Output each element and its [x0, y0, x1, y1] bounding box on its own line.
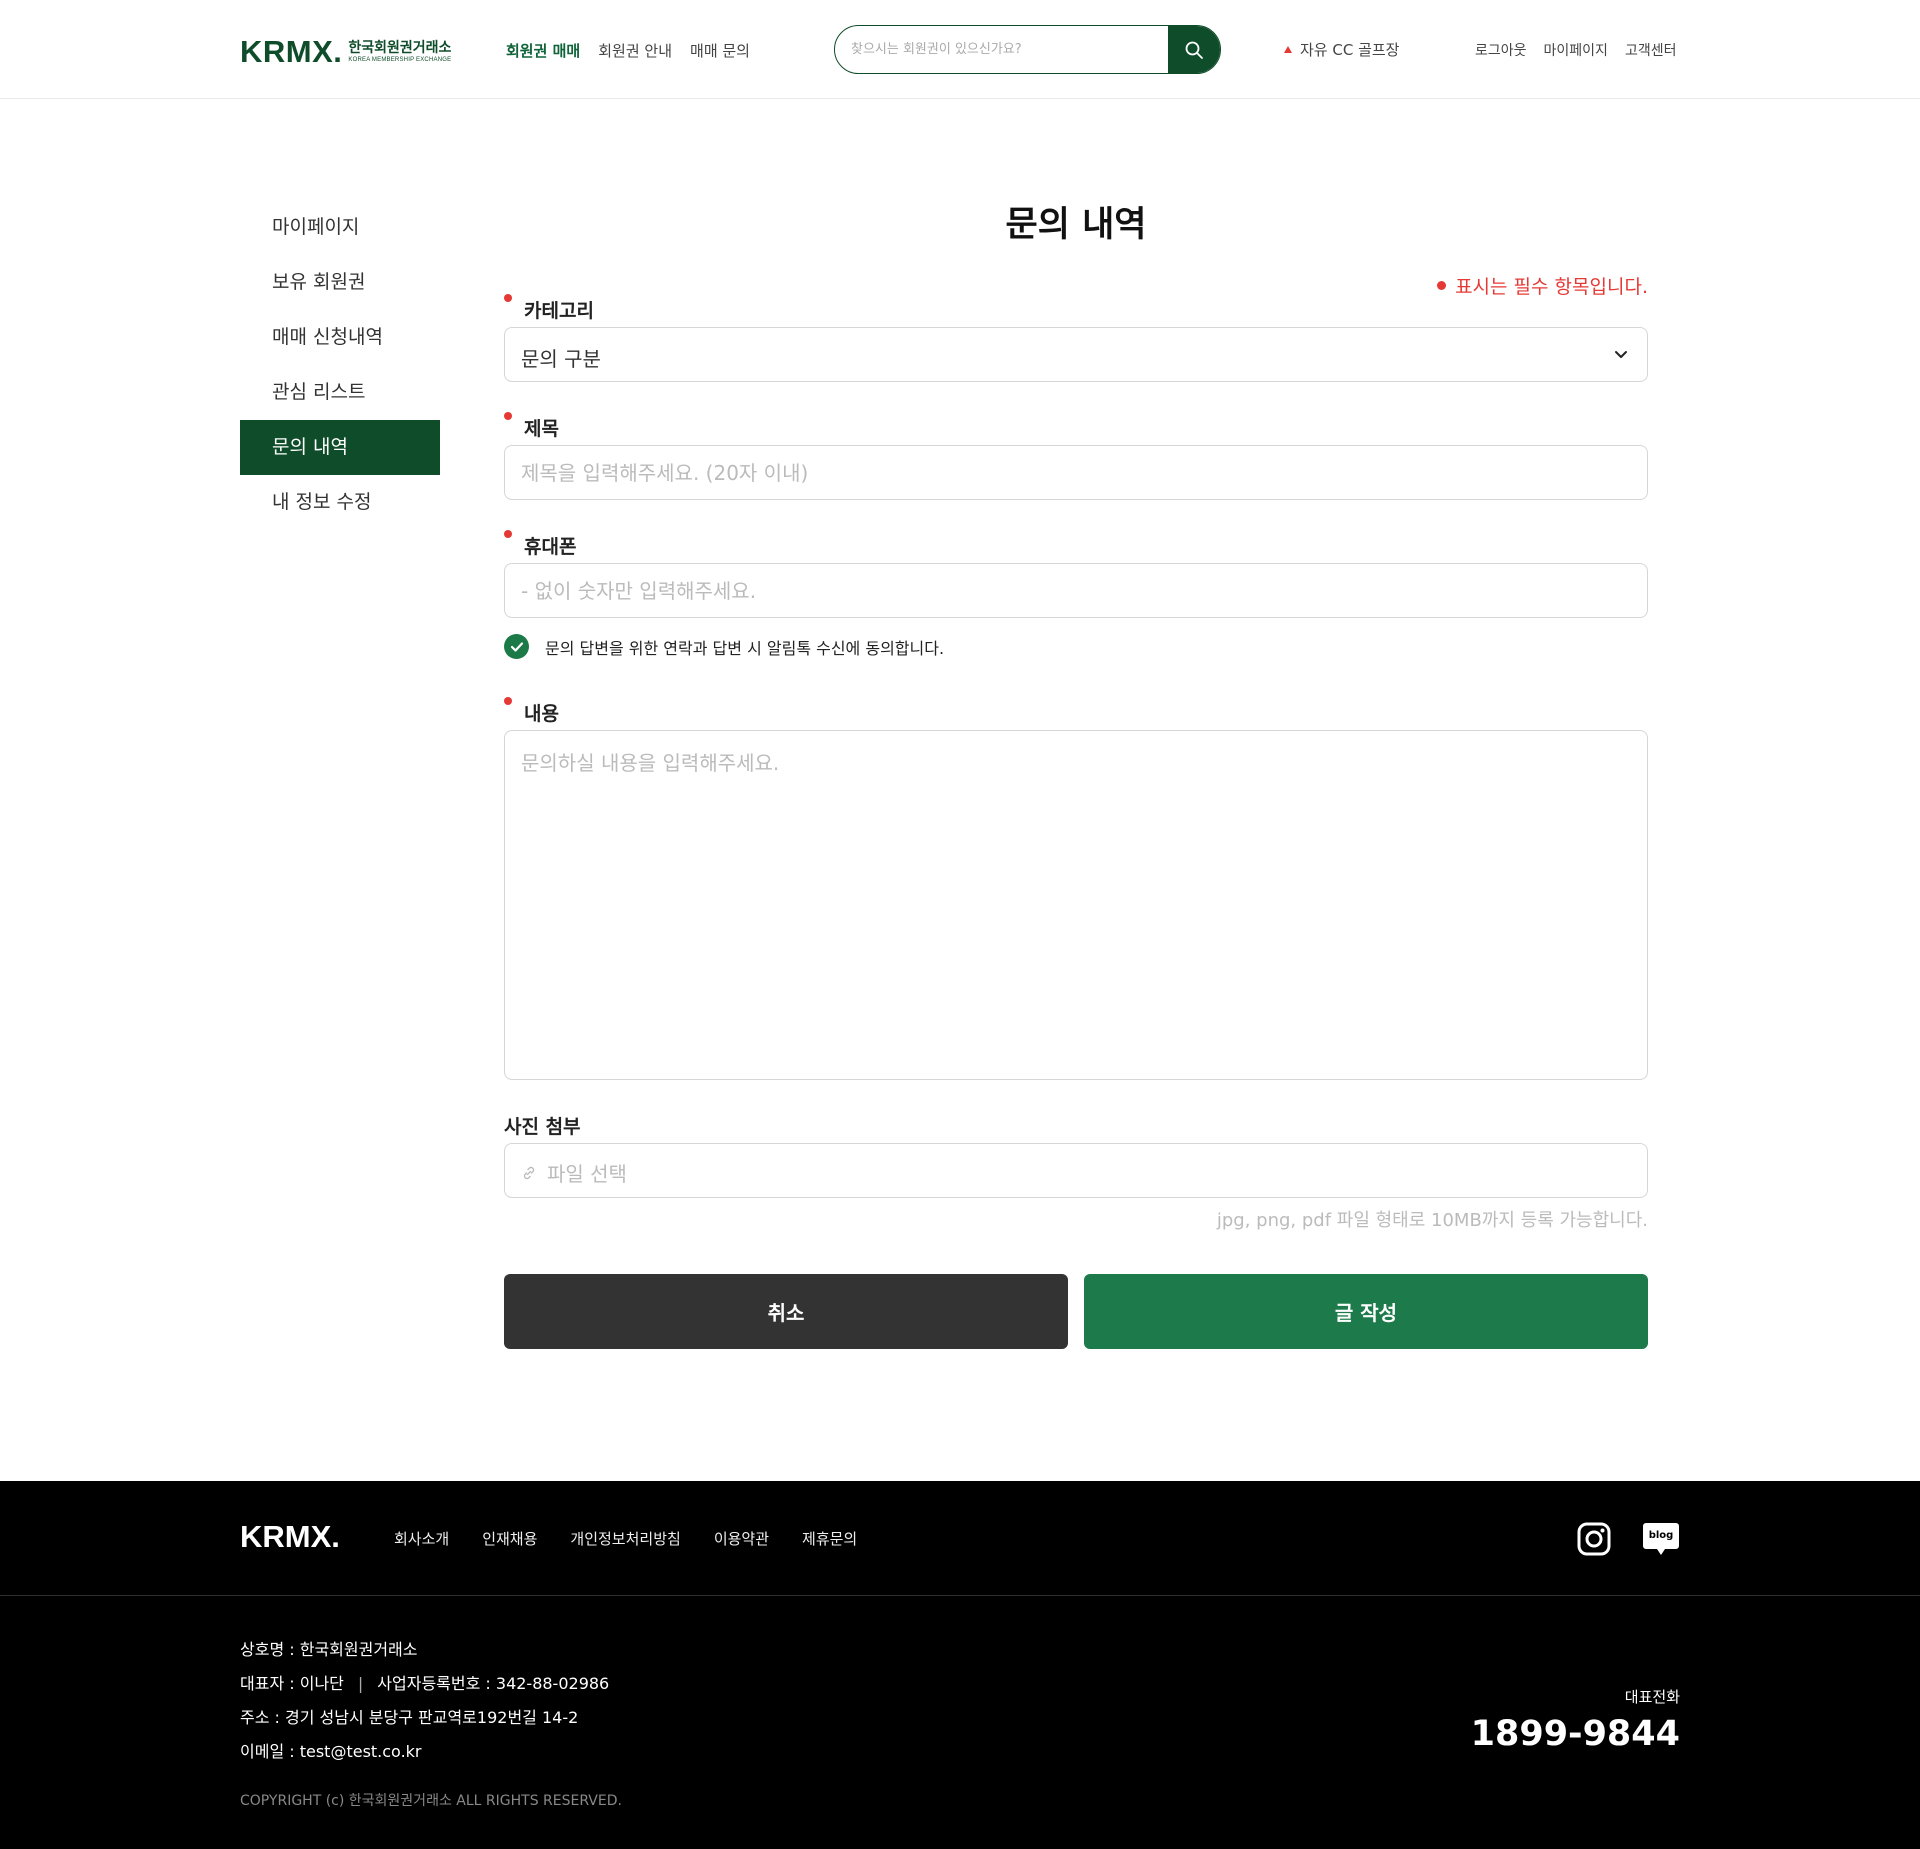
tel-label: 대표전화 — [1624, 1688, 1680, 1706]
logo-english: KOREA MEMBERSHIP EXCHANGE — [348, 57, 452, 63]
sidebar-item-edit-profile[interactable]: 내 정보 수정 — [240, 475, 440, 530]
logout-link[interactable]: 로그아웃 — [1475, 40, 1527, 60]
subject-field — [504, 445, 1648, 500]
logo[interactable]: KRMX. 한국회원권거래소 KOREA MEMBERSHIP EXCHANGE — [240, 34, 451, 70]
sidebar: 마이페이지 보유 회원권 매매 신청내역 관심 리스트 문의 내역 내 정보 수… — [240, 200, 440, 530]
category-select[interactable]: 문의 구분 — [504, 327, 1648, 382]
chevron-down-icon — [1615, 351, 1627, 358]
search-input[interactable] — [835, 26, 1169, 73]
footer-link-about[interactable]: 회사소개 — [394, 1528, 449, 1549]
main-nav: 회원권 매매 회원권 안내 매매 문의 — [506, 40, 750, 61]
category-label: 카테고리 — [504, 294, 594, 323]
subject-input[interactable] — [505, 446, 1647, 499]
customer-center-link[interactable]: 고객센터 — [1625, 40, 1677, 60]
required-dot-icon — [504, 294, 512, 302]
company-address: 주소 : 경기 성남시 분당구 판교역로192번길 14-2 — [240, 1708, 579, 1727]
phone-label-text: 휴대폰 — [524, 536, 577, 558]
logo-korean: 한국회원권거래소 — [348, 40, 452, 56]
divider: | — [357, 1674, 364, 1693]
blog-icon-label: blog — [1649, 1530, 1674, 1541]
phone-label: 휴대폰 — [504, 530, 577, 559]
company-email: 이메일 : test@test.co.kr — [240, 1742, 422, 1761]
required-note: 표시는 필수 항목입니다. — [1437, 272, 1648, 299]
link-icon — [523, 1166, 535, 1179]
agree-checkbox[interactable] — [504, 634, 529, 659]
copyright: COPYRIGHT (c) 한국회원권거래소 ALL RIGHTS RESERV… — [240, 1793, 622, 1809]
site-header: KRMX. 한국회원권거래소 KOREA MEMBERSHIP EXCHANGE… — [0, 0, 1920, 99]
tel-number[interactable]: 1899-9844 — [1471, 1714, 1680, 1754]
nav-membership-trade[interactable]: 회원권 매매 — [506, 40, 580, 61]
logo-sub: 한국회원권거래소 KOREA MEMBERSHIP EXCHANGE — [348, 40, 451, 64]
file-help-text: jpg, png, pdf 파일 형태로 10MB까지 등록 가능합니다. — [1216, 1210, 1648, 1231]
required-dot-icon — [504, 697, 512, 705]
content-textarea[interactable] — [505, 731, 1647, 1079]
photo-label-text: 사진 첨부 — [504, 1116, 581, 1138]
required-dot-icon — [504, 530, 512, 538]
sidebar-item-owned-memberships[interactable]: 보유 회원권 — [240, 255, 440, 310]
instagram-icon[interactable] — [1576, 1521, 1612, 1557]
phone-input[interactable] — [505, 564, 1647, 617]
phone-field — [504, 563, 1648, 618]
required-dot-icon — [504, 412, 512, 420]
site-footer: KRMX. 회사소개 인재채용 개인정보처리방침 이용약관 제휴문의 blog … — [0, 1481, 1920, 1849]
required-note-text: 표시는 필수 항목입니다. — [1455, 276, 1648, 298]
footer-link-terms[interactable]: 이용약관 — [714, 1528, 769, 1549]
ceo-name: 대표자 : 이나단 — [240, 1674, 344, 1693]
nav-trade-inquiry[interactable]: 매매 문의 — [690, 40, 750, 61]
category-label-text: 카테고리 — [524, 300, 594, 322]
footer-link-partnership[interactable]: 제휴문의 — [802, 1528, 857, 1549]
rank-up-icon — [1284, 46, 1292, 53]
sidebar-item-watchlist[interactable]: 관심 리스트 — [240, 365, 440, 420]
sidebar-item-mypage[interactable]: 마이페이지 — [240, 200, 440, 255]
footer-logo[interactable]: KRMX. — [240, 1519, 340, 1555]
submit-button[interactable]: 글 작성 — [1084, 1274, 1648, 1349]
sidebar-item-inquiries[interactable]: 문의 내역 — [240, 420, 440, 475]
footer-link-careers[interactable]: 인재채용 — [482, 1528, 537, 1549]
content-label-text: 내용 — [524, 703, 559, 725]
file-select-text: 파일 선택 — [547, 1162, 627, 1186]
rank-text: 자유 CC 골프장 — [1300, 41, 1400, 59]
agree-text: 문의 답변을 위한 연락과 답변 시 알림톡 수신에 동의합니다. — [545, 638, 945, 658]
file-select[interactable]: 파일 선택 — [504, 1143, 1648, 1198]
check-icon — [510, 641, 523, 652]
footer-top: KRMX. 회사소개 인재채용 개인정보처리방침 이용약관 제휴문의 blog — [0, 1481, 1920, 1596]
category-select-value: 문의 구분 — [521, 347, 601, 371]
subject-label-text: 제목 — [524, 418, 559, 440]
footer-links: 회사소개 인재채용 개인정보처리방침 이용약관 제휴문의 — [394, 1528, 857, 1549]
util-menu: 로그아웃 마이페이지 고객센터 — [1475, 40, 1676, 60]
business-number: 사업자등록번호 : 342-88-02986 — [377, 1674, 610, 1693]
search-bar — [834, 25, 1221, 74]
logo-mark: KRMX. — [240, 34, 343, 69]
agree-checkbox-row[interactable]: 문의 답변을 위한 연락과 답변 시 알림톡 수신에 동의합니다. — [504, 634, 944, 659]
photo-label: 사진 첨부 — [504, 1112, 581, 1139]
company-name: 상호명 : 한국회원권거래소 — [240, 1640, 418, 1659]
search-button[interactable] — [1168, 26, 1220, 73]
page-title: 문의 내역 — [1005, 205, 1147, 245]
rank-ticker[interactable]: 자유 CC 골프장 — [1284, 39, 1399, 60]
file-select-placeholder: 파일 선택 — [521, 1158, 627, 1187]
subject-label: 제목 — [504, 412, 559, 441]
cancel-button[interactable]: 취소 — [504, 1274, 1068, 1349]
blog-icon[interactable]: blog — [1642, 1521, 1680, 1557]
required-dot-icon — [1437, 281, 1447, 290]
sidebar-item-trade-requests[interactable]: 매매 신청내역 — [240, 310, 440, 365]
mypage-link[interactable]: 마이페이지 — [1544, 40, 1608, 60]
content-field — [504, 730, 1648, 1080]
company-info: 상호명 : 한국회원권거래소 대표자 : 이나단 | 사업자등록번호 : 342-8… — [240, 1633, 609, 1769]
ceo-biz-row: 대표자 : 이나단 | 사업자등록번호 : 342-88-02986 — [240, 1667, 609, 1701]
footer-link-privacy[interactable]: 개인정보처리방침 — [570, 1528, 680, 1549]
search-icon — [1185, 41, 1203, 59]
content-label: 내용 — [504, 697, 559, 726]
footer-sns: blog — [1576, 1521, 1680, 1557]
nav-membership-guide[interactable]: 회원권 안내 — [598, 40, 672, 61]
